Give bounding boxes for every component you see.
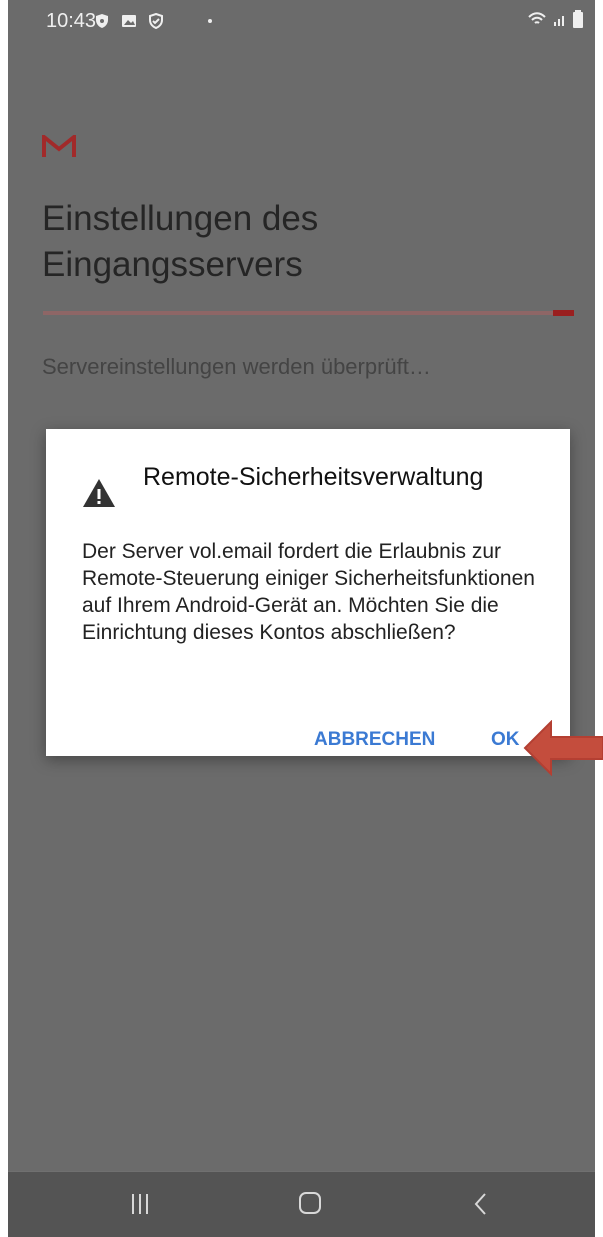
back-icon[interactable] [473,1192,489,1221]
progress-track [43,311,574,315]
ok-button[interactable]: OK [491,729,520,751]
status-time: 10:43 [46,10,97,32]
remote-security-dialog: Remote-Sicherheitsverwaltung Der Server … [46,429,570,756]
security-icon [148,12,164,30]
pointer-arrow-icon [523,719,603,777]
cancel-button[interactable]: ABBRECHEN [314,729,435,751]
battery-icon [573,10,583,33]
status-bar: 10:43 [8,0,595,44]
warning-icon [82,478,116,508]
left-frame [0,0,8,1237]
image-icon [121,13,137,29]
navigation-bar [8,1172,595,1237]
gmail-logo-icon [42,132,76,159]
dialog-message: Der Server vol.email fordert die Erlaubn… [82,540,535,644]
right-frame [595,0,603,1237]
dialog-title: Remote-Sicherheitsverwaltung [143,463,484,491]
page-title: Einstellungen des Eingangsservers [42,199,319,284]
notification-dot-icon [208,19,212,23]
wifi-icon [527,11,547,32]
progress-indicator [553,310,574,316]
shield-icon [94,13,110,29]
signal-icon [553,11,567,32]
status-right-icons [527,10,583,33]
checking-status-text: Servereinstellungen werden überprüft… [42,354,431,379]
recent-apps-icon[interactable] [131,1192,149,1221]
home-icon[interactable] [298,1191,322,1220]
